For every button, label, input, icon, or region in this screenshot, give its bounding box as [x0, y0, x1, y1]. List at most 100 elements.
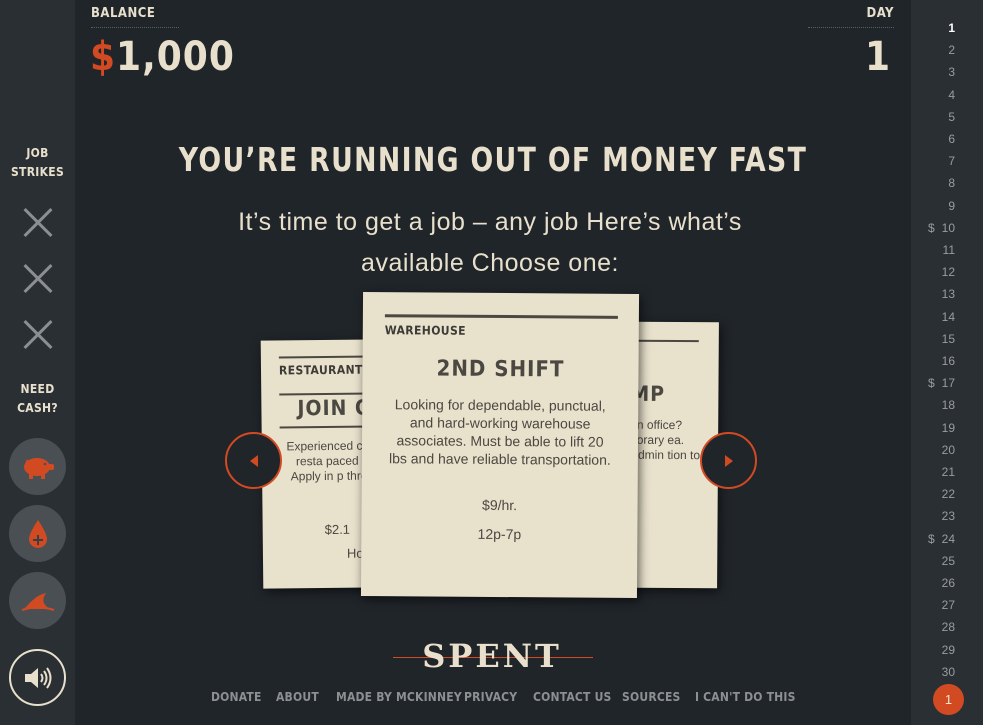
- day-item: 5: [911, 106, 983, 128]
- day-item: 20: [911, 439, 983, 461]
- payday-marker: $: [928, 376, 935, 391]
- card-pay: $9/hr.: [482, 496, 518, 514]
- day-divider: [808, 27, 894, 28]
- page-subtitle: It’s time to get a job – any job Here’s …: [238, 208, 742, 277]
- day-number: 7: [948, 154, 955, 169]
- day-item: 25: [911, 550, 983, 572]
- job-card-warehouse[interactable]: WAREHOUSE 2ND SHIFT Looking for dependab…: [360, 292, 640, 598]
- card-title: 2ND SHIFT: [436, 356, 565, 383]
- day-item: 27: [911, 594, 983, 616]
- day-number: 20: [941, 442, 955, 457]
- footer-link-made-by[interactable]: MADE BY MCKINNEY: [336, 690, 462, 704]
- day-number: 13: [941, 287, 955, 302]
- day-item: 16: [911, 350, 983, 372]
- day-number: 19: [941, 420, 955, 435]
- day-number: 22: [941, 487, 955, 502]
- card-category: WAREHOUSE: [384, 323, 467, 338]
- card-rule: [630, 339, 699, 343]
- day-item: 2: [911, 39, 983, 61]
- day-number: 23: [941, 509, 955, 524]
- piggy-bank-button[interactable]: [9, 438, 66, 495]
- balance-amount: 1,000: [116, 34, 235, 80]
- footer-link-about[interactable]: ABOUT: [276, 690, 319, 704]
- arrow-right-icon: [724, 454, 733, 467]
- need-cash-label-line-2: CASH?: [17, 401, 58, 415]
- day-number: 17: [941, 376, 955, 391]
- day-number: 24: [941, 531, 955, 546]
- day-number: 16: [941, 354, 955, 368]
- card-description: an office? porary ea. Admin tion to: [629, 417, 701, 463]
- page-headline: YOU’RE RUNNING OUT OF MONEY FAST: [178, 140, 808, 179]
- day-item: 30: [911, 661, 983, 683]
- strike-x-icon: [22, 206, 54, 238]
- currency-symbol: $: [90, 34, 117, 80]
- day-item: 18: [911, 394, 983, 416]
- day-number: 26: [941, 576, 955, 590]
- left-sidebar: JOB STRIKES NEED CASH?: [0, 0, 75, 725]
- card-pay: $2.1: [324, 521, 351, 538]
- day-label: DAY: [866, 6, 894, 21]
- current-day-indicator: 1: [933, 684, 964, 715]
- day-item: 12: [911, 261, 983, 283]
- day-number: 30: [941, 664, 955, 679]
- day-item: 11: [911, 239, 983, 261]
- payday-marker: $: [928, 220, 935, 235]
- sound-toggle-button[interactable]: [9, 649, 66, 706]
- strike-x-icon: [22, 262, 54, 294]
- day-item: $10: [911, 217, 983, 239]
- day-item: 29: [911, 639, 983, 661]
- footer-link-cant-do-this[interactable]: I CAN'T DO THIS: [695, 690, 796, 704]
- day-item: 26: [911, 572, 983, 594]
- previous-card-button[interactable]: [225, 432, 282, 489]
- footer-link-privacy[interactable]: PRIVACY: [464, 690, 517, 704]
- footer-link-donate[interactable]: DONATE: [211, 690, 262, 704]
- card-rule: [384, 314, 618, 319]
- footer-link-sources[interactable]: SOURCES: [622, 690, 681, 704]
- day-item: 19: [911, 417, 983, 439]
- next-card-button[interactable]: [700, 432, 757, 489]
- job-strikes-label-line-1: JOB: [26, 146, 49, 160]
- day-number: 2: [948, 43, 955, 58]
- day-number: 1: [948, 21, 955, 35]
- balance-value: $1,000: [90, 34, 235, 80]
- card-title: JOIN O: [297, 395, 373, 421]
- balance-divider: [91, 27, 179, 28]
- spent-logo: SPENT: [422, 637, 562, 675]
- day-number: 6: [948, 132, 955, 146]
- day-number: 18: [941, 398, 955, 413]
- card-hours: 12p-7p: [477, 525, 522, 543]
- day-item: 4: [911, 84, 983, 106]
- day-item: 9: [911, 195, 983, 217]
- day-number: 12: [941, 265, 955, 280]
- day-item: 13: [911, 283, 983, 305]
- card-description: Looking for dependable, punctual, and ha…: [388, 396, 611, 468]
- day-item: 22: [911, 483, 983, 505]
- day-timeline: 1 2 3 4 5 6 7 8 9 $10 11 12 13 14 15 16 $17 18 19 20 21 22 23 $…: [911, 0, 983, 725]
- day-item: 6: [911, 128, 983, 150]
- day-item: 14: [911, 306, 983, 328]
- day-number: 10: [941, 220, 955, 235]
- day-number: 5: [948, 109, 955, 124]
- day-number: 9: [948, 198, 955, 213]
- shark-fin-icon: [21, 592, 54, 611]
- day-number: 21: [941, 465, 955, 479]
- footer-link-contact[interactable]: CONTACT US: [533, 690, 612, 704]
- arrow-left-icon: [249, 454, 258, 467]
- day-number: 27: [941, 598, 955, 613]
- day-number: 14: [941, 309, 955, 324]
- day-item: 15: [911, 328, 983, 350]
- day-item: 21: [911, 461, 983, 483]
- day-item: $17: [911, 372, 983, 394]
- day-number: 4: [948, 87, 955, 102]
- loan-shark-button[interactable]: [9, 572, 66, 629]
- day-number: 25: [941, 553, 955, 568]
- job-strikes-label: JOB STRIKES: [0, 144, 75, 182]
- donate-blood-button[interactable]: [9, 505, 66, 562]
- day-number: 28: [941, 620, 955, 635]
- need-cash-label: NEED CASH?: [0, 380, 75, 418]
- strike-x-icon: [22, 318, 54, 350]
- day-number: 11: [942, 243, 955, 257]
- day-item: 7: [911, 150, 983, 172]
- payday-marker: $: [928, 531, 935, 546]
- day-number: 8: [948, 176, 955, 191]
